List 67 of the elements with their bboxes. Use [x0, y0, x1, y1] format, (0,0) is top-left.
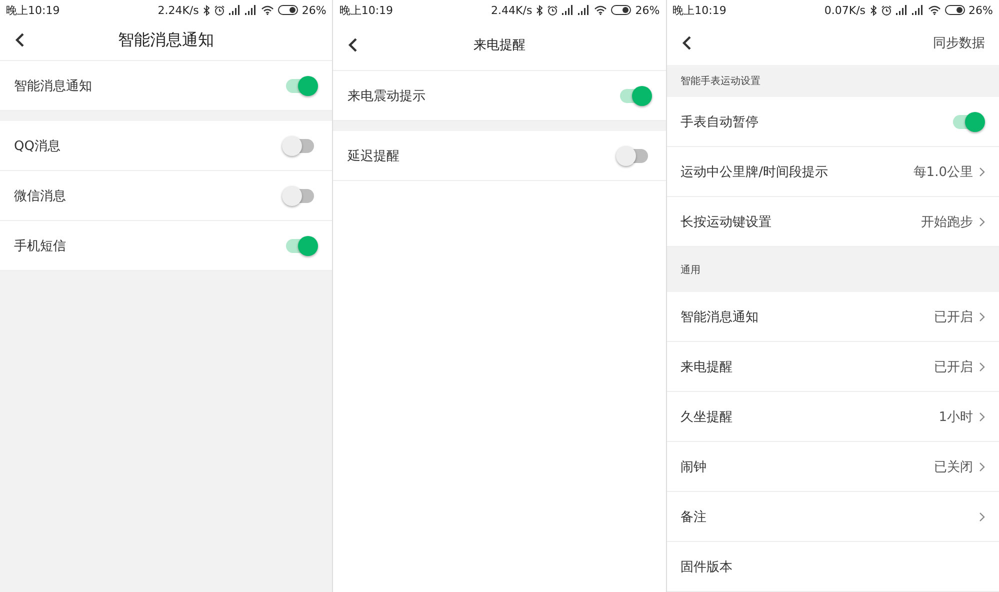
chevron-right-icon [978, 362, 985, 372]
chevron-right-icon [978, 412, 985, 422]
wifi-icon [594, 5, 608, 15]
network-speed: 0.07K/s [824, 4, 866, 16]
section-title: 智能手表运动设置 [680, 74, 761, 88]
signal-icon [228, 5, 241, 15]
signal-icon [896, 5, 908, 15]
page-title: 智能消息通知 [118, 30, 214, 50]
row-label: 手表自动暂停 [680, 114, 760, 130]
bluetooth-icon [202, 4, 210, 16]
battery-icon [944, 5, 965, 15]
bluetooth-icon [536, 4, 544, 16]
row-label: 闹钟 [680, 458, 708, 476]
chevron-right-icon [978, 462, 985, 472]
settings-row[interactable]: 微信消息 [0, 171, 332, 221]
row-label: 运动中公里牌/时间段提示 [680, 164, 830, 180]
alarm-clock-icon [214, 4, 225, 16]
status-time: 晚上10:19 [6, 2, 60, 18]
section-title: 通用 [680, 264, 701, 276]
row-value: 已开启 [934, 358, 973, 376]
battery-icon [611, 5, 632, 15]
row-label: 来电震动提示 [347, 88, 426, 104]
sync-data-button[interactable]: 同步数据 [932, 32, 985, 54]
chevron-right-icon [978, 166, 985, 176]
chevron-right-icon [978, 512, 985, 522]
signal-icon [912, 5, 924, 15]
network-speed: 2.44K/s [491, 4, 532, 16]
row-value: 已关闭 [934, 458, 973, 476]
row-label: 久坐提醒 [680, 408, 734, 426]
battery-level: 26% [968, 4, 993, 16]
battery-level: 26% [302, 4, 326, 16]
battery-icon [278, 5, 298, 15]
row-label: 智能消息通知 [14, 78, 93, 94]
page-title: 来电提醒 [473, 37, 526, 54]
row-label: 智能消息通知 [680, 308, 760, 326]
status-time: 晚上10:19 [339, 2, 394, 18]
back-icon[interactable] [347, 37, 360, 53]
row-value: 每1.0公里 [913, 164, 973, 180]
row-value: 已开启 [934, 308, 973, 326]
row-label: QQ消息 [14, 138, 62, 154]
row-label: 来电提醒 [680, 358, 734, 376]
back-icon[interactable] [14, 32, 26, 48]
network-speed: 2.24K/s [158, 4, 199, 16]
signal-icon [562, 5, 574, 15]
settings-row[interactable]: 智能消息通知 [0, 61, 332, 111]
signal-icon [578, 5, 590, 15]
row-value: 开始跑步 [920, 214, 973, 230]
chevron-right-icon [978, 216, 985, 226]
wifi-icon [928, 5, 941, 15]
chevron-right-icon [978, 312, 985, 322]
alarm-clock-icon [547, 4, 558, 16]
wifi-icon [260, 5, 274, 15]
settings-row[interactable]: QQ消息 [0, 121, 332, 171]
row-label: 备注 [680, 508, 708, 526]
battery-level: 26% [635, 4, 660, 16]
signal-icon [244, 5, 257, 15]
row-label: 手机短信 [14, 238, 67, 254]
status-time: 晚上10:19 [672, 2, 726, 18]
row-value: 1小时 [938, 408, 973, 426]
row-label: 微信消息 [14, 188, 67, 204]
row-label: 延迟提醒 [347, 148, 400, 164]
back-icon[interactable] [680, 34, 693, 50]
bluetooth-icon [870, 4, 877, 16]
row-label: 固件版本 [680, 558, 734, 576]
row-label: 长按运动键设置 [680, 214, 773, 230]
alarm-clock-icon [880, 4, 892, 16]
settings-row[interactable]: 手机短信 [0, 221, 332, 271]
